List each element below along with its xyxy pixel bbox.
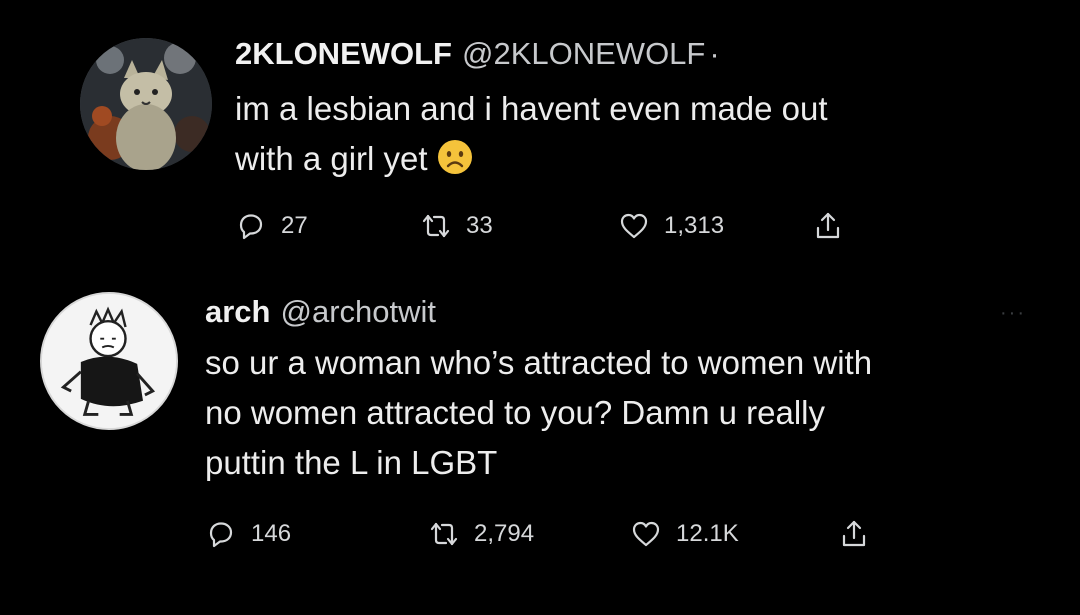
heart-icon [632, 521, 660, 547]
retweet-icon [430, 522, 458, 546]
retweet-button[interactable]: 2,794 [428, 514, 534, 554]
tweet-text-line: no women attracted to you? Damn u really [205, 394, 825, 431]
like-count: 12.1K [676, 520, 739, 547]
avatar[interactable] [40, 292, 178, 430]
more-options-icon[interactable]: ··· [1000, 302, 1026, 325]
display-name[interactable]: arch [205, 294, 270, 329]
reply-button[interactable]: 146 [205, 514, 291, 554]
sketch-avatar-image [42, 294, 176, 428]
tweet-actions: 146 2,794 12.1K [0, 514, 1080, 554]
tweet-text-line: so ur a woman who’s attracted to women w… [205, 344, 873, 381]
share-button[interactable] [838, 514, 870, 554]
user-handle[interactable]: @archotwit [280, 294, 436, 329]
tweet-text-line: puttin the L in LGBT [205, 444, 498, 481]
tweet[interactable]: arch @archotwit ··· so ur a woman who’s a… [0, 0, 1080, 615]
retweet-count: 2,794 [474, 520, 535, 547]
reply-count: 146 [251, 520, 292, 547]
share-icon [842, 520, 866, 547]
reply-icon [209, 522, 233, 548]
like-button[interactable]: 12.1K [630, 514, 739, 554]
tweet-text: so ur a woman who’s attracted to women w… [205, 338, 872, 488]
tweet-header: arch @archotwit [205, 294, 436, 330]
